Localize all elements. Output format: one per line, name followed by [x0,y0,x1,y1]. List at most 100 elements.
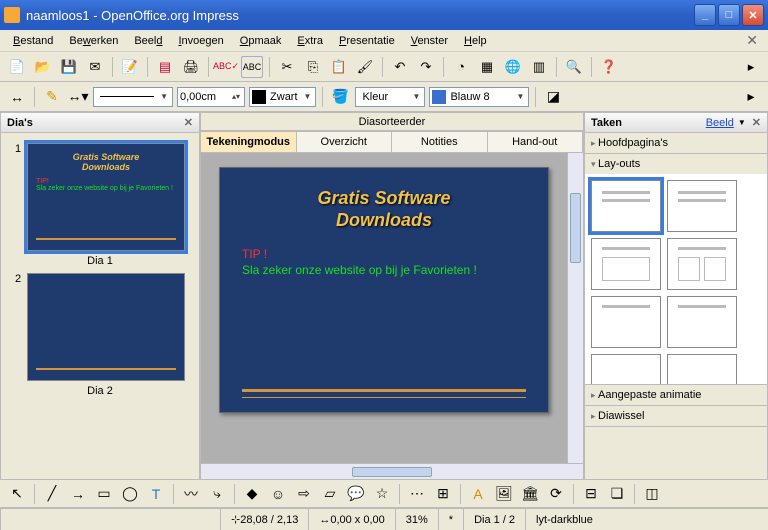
status-position: ⊹ 28,08 / 2,13 [220,509,308,530]
titlebar: naamloos1 - OpenOffice.org Impress _ □ ✕ [0,0,768,30]
undo-icon[interactable]: ↶ [389,56,411,78]
format-paint-icon[interactable]: 🖌 [354,56,376,78]
view-tabs: Tekeningmodus Overzicht Notities Hand-ou… [201,131,583,153]
task-section-layouts[interactable]: Lay-outs [585,154,767,385]
task-section-diawissel[interactable]: Diawissel [585,406,767,427]
fill-mode-select[interactable]: Kleur ▼ [355,87,425,107]
line-width-input[interactable]: ▴▾ [177,87,245,107]
slide-canvas[interactable]: Gratis Software Downloads TIP ! Sla zeke… [219,167,549,413]
tasks-panel-close-icon[interactable]: ✕ [752,116,761,129]
menu-bewerken[interactable]: Bewerken [62,32,125,50]
task-section-hoofdpaginas[interactable]: Hoofdpagina's [585,133,767,154]
curve-icon[interactable]: 〰 [180,483,202,505]
zoom-icon[interactable]: 🔍 [563,56,585,78]
save-icon[interactable]: 💾 [58,56,80,78]
maximize-button[interactable]: □ [718,4,740,26]
task-section-animatie[interactable]: Aangepaste animatie [585,385,767,406]
line-icon[interactable]: ╱ [41,483,63,505]
line-style-icon[interactable]: ✎ [41,86,63,108]
points-icon[interactable]: ⋯ [406,483,428,505]
mail-icon[interactable]: ✉ [84,56,106,78]
fill-bucket-icon[interactable]: 🪣 [329,86,351,108]
layout-item[interactable] [591,238,661,290]
tasks-view-link[interactable]: Beeld [706,117,734,129]
line-color-select[interactable]: Zwart ▼ [249,87,316,107]
menu-help[interactable]: Help [457,32,494,50]
from-file-icon[interactable]: 🖼 [493,483,515,505]
layout-item[interactable] [667,180,737,232]
select-icon[interactable]: ↖ [6,483,28,505]
layout-item[interactable] [591,180,661,232]
fill-color-select[interactable]: Blauw 8 ▼ [429,87,529,107]
copy-icon[interactable]: ⎘ [302,56,324,78]
toolbar2-overflow-icon[interactable]: ▸ [740,86,762,108]
arrow-style-icon[interactable]: ↔ [6,86,28,108]
navigator-icon[interactable]: ▥ [528,56,550,78]
callouts-icon[interactable]: 💬 [345,483,367,505]
slide-sorter-label[interactable]: Diasorteerder [201,113,583,131]
rotate-icon[interactable]: ⟳ [545,483,567,505]
pdf-icon[interactable]: ▤ [154,56,176,78]
symbol-shapes-icon[interactable]: ☺ [267,483,289,505]
status-zoom[interactable]: 31% [395,509,438,530]
arrange-icon[interactable]: ❏ [606,483,628,505]
line-style-select[interactable]: ▼ [93,87,173,107]
menu-beeld[interactable]: Beeld [127,32,169,50]
glue-icon[interactable]: ⊞ [432,483,454,505]
minimize-button[interactable]: _ [694,4,716,26]
chart-icon[interactable]: ◔ [450,56,472,78]
rect-icon[interactable]: ▭ [93,483,115,505]
hyperlink-icon[interactable]: 🌐 [502,56,524,78]
close-button[interactable]: ✕ [742,4,764,26]
arrow-ends-icon[interactable]: ↔▾ [67,86,89,108]
arrow-icon[interactable]: → [67,483,89,505]
edit-icon[interactable]: 📝 [119,56,141,78]
paste-icon[interactable]: 📋 [328,56,350,78]
tab-overzicht[interactable]: Overzicht [296,131,393,152]
autospell-icon[interactable]: ABC [241,56,263,78]
table-icon[interactable]: ▦ [476,56,498,78]
toolbar-overflow-icon[interactable]: ▸ [740,56,762,78]
menu-opmaak[interactable]: Opmaak [233,32,289,50]
flowchart-icon[interactable]: ▱ [319,483,341,505]
tab-handout[interactable]: Hand-out [487,131,584,152]
help-icon[interactable]: ❓ [598,56,620,78]
horizontal-scrollbar[interactable] [201,463,583,479]
spellcheck-icon[interactable]: ABC✓ [215,56,237,78]
canvas-viewport[interactable]: Gratis Software Downloads TIP ! Sla zeke… [201,153,567,463]
layout-item[interactable] [667,238,737,290]
layout-item[interactable] [667,354,737,384]
block-arrows-icon[interactable]: ⇨ [293,483,315,505]
tab-tekeningmodus[interactable]: Tekeningmodus [200,131,297,152]
layout-item[interactable] [667,296,737,348]
fontwork-icon[interactable]: A [467,483,489,505]
align-icon[interactable]: ⊟ [580,483,602,505]
layout-item[interactable] [591,296,661,348]
redo-icon[interactable]: ↷ [415,56,437,78]
ellipse-icon[interactable]: ◯ [119,483,141,505]
new-icon[interactable]: 📄 [6,56,28,78]
layout-item[interactable] [591,354,661,384]
open-icon[interactable]: 📂 [32,56,54,78]
menu-invoegen[interactable]: Invoegen [171,32,230,50]
slide-thumb-2[interactable]: 2 Dia 2 [15,273,185,397]
extrusion-icon[interactable]: ◫ [641,483,663,505]
basic-shapes-icon[interactable]: ◆ [241,483,263,505]
print-icon[interactable]: 🖨 [180,56,202,78]
connector-icon[interactable]: ⤷ [206,483,228,505]
menu-presentatie[interactable]: Presentatie [332,32,402,50]
slides-panel-close-icon[interactable]: ✕ [184,116,193,129]
vertical-scrollbar[interactable] [567,153,583,463]
slide-thumb-1[interactable]: 1 Gratis Software Downloads TIP! Sla zek… [15,143,185,267]
gallery-icon[interactable]: 🏛 [519,483,541,505]
menu-venster[interactable]: Venster [404,32,455,50]
menu-bestand[interactable]: Bestand [6,32,60,50]
shadow-icon[interactable]: ◪ [542,86,564,108]
stars-icon[interactable]: ☆ [371,483,393,505]
text-icon[interactable]: T [145,483,167,505]
tab-notities[interactable]: Notities [391,131,488,152]
menu-extra[interactable]: Extra [290,32,330,50]
cut-icon[interactable]: ✂ [276,56,298,78]
line-width-value[interactable] [180,91,230,103]
doc-close-button[interactable]: ✕ [742,32,762,49]
